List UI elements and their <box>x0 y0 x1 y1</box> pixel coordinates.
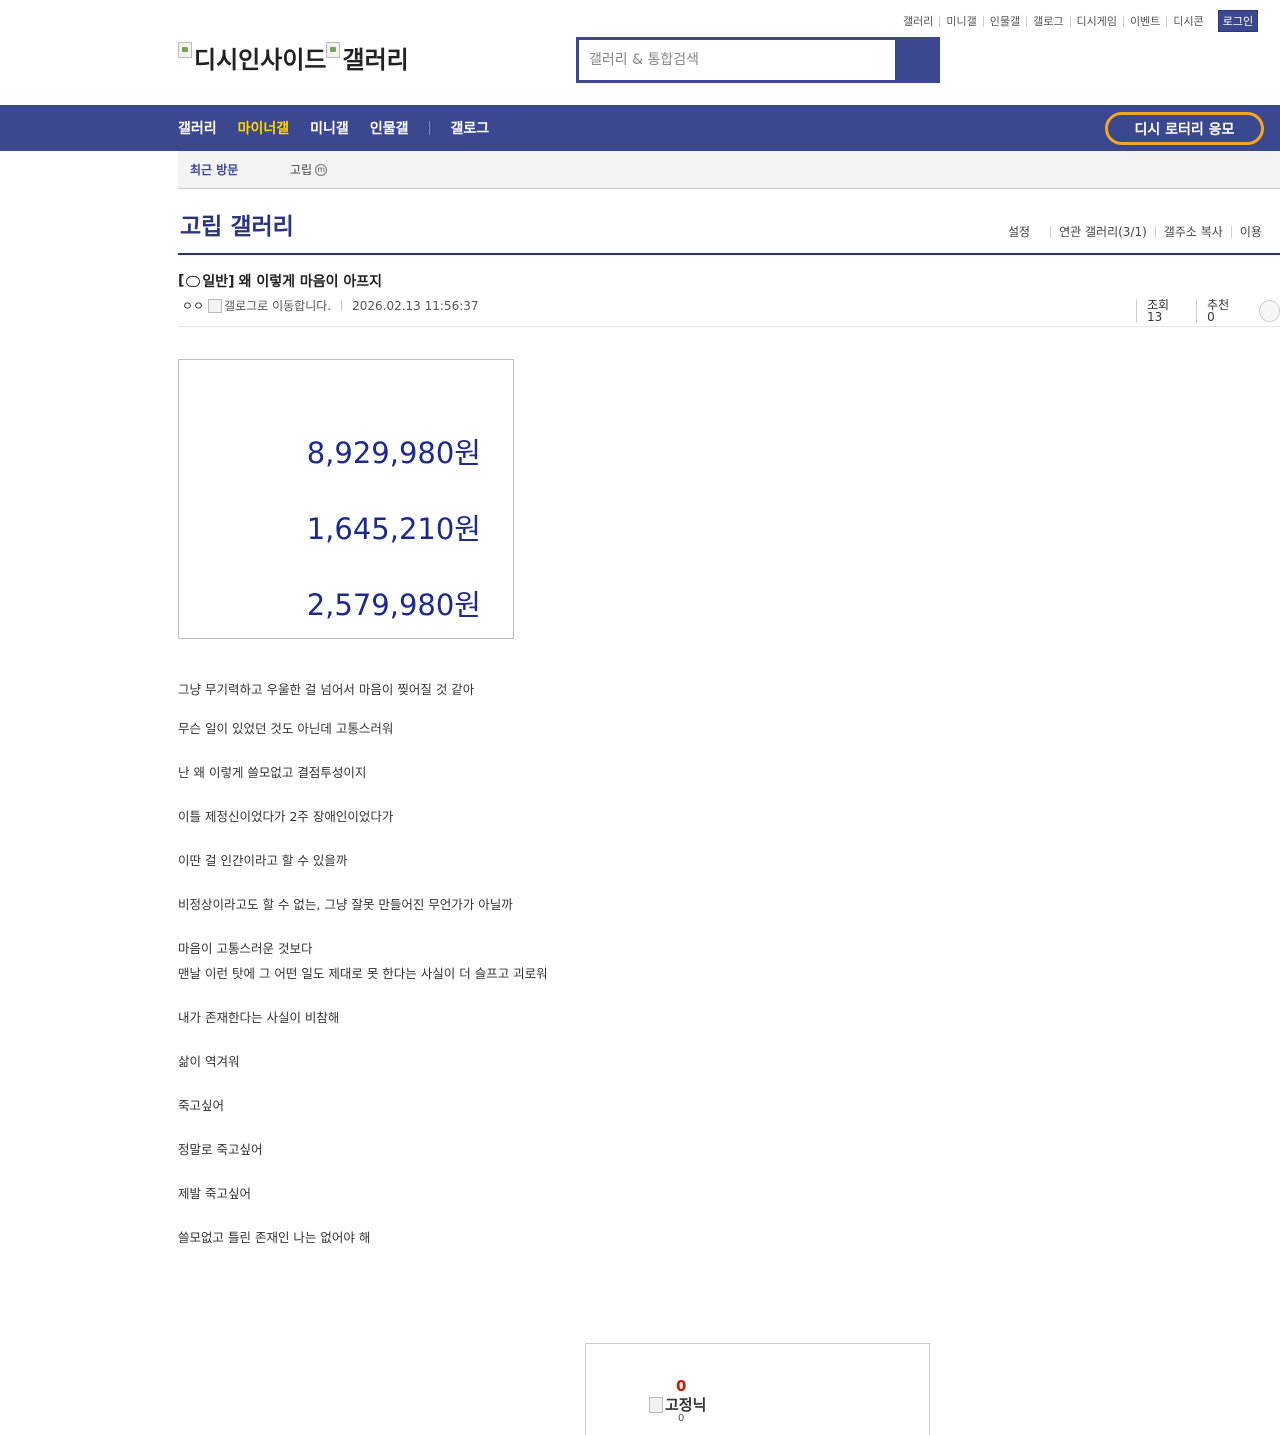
post-meta: ㅇㅇ 갤로그로 이동합니다. 2026.02.13 11:56:37 <box>182 297 479 314</box>
top-link-dcgame[interactable]: 디시게임 <box>1069 15 1123 27</box>
nav-minor-gallery[interactable]: 마이너갤 <box>238 118 290 138</box>
speech-bubble-icon <box>186 275 201 287</box>
top-link-gallery[interactable]: 갤러리 <box>903 16 939 27</box>
lottery-button[interactable]: 디시 로터리 응모 <box>1105 112 1264 145</box>
image-amount-3: 2,579,980원 <box>306 588 481 622</box>
gallery-title[interactable]: 고립 갤러리 <box>180 207 294 241</box>
recent-visit-item[interactable]: 고립 m <box>290 161 328 178</box>
post-recommend-count: 추천 0 <box>1196 299 1249 323</box>
top-link-gallog[interactable]: 갤로그 <box>1026 15 1069 27</box>
post-title: [ 일반] 왜 이렇게 마음이 아프지 <box>178 271 382 291</box>
post-writer[interactable]: ㅇㅇ <box>182 297 204 314</box>
fixed-nick-count: 0 <box>678 1413 685 1424</box>
logo-site-alt: 디시인사이드 <box>194 46 327 74</box>
top-link-dccon[interactable]: 디시콘 <box>1166 15 1209 27</box>
related-gallery-button[interactable]: 연관 갤러리(3/1) <box>1050 226 1155 238</box>
post-body-line: 맨날 이런 탓에 그 어떤 일도 제대로 못 한다는 사실이 더 슬프고 괴로워 <box>178 966 548 981</box>
post-body-line: 무슨 일이 있었던 것도 아닌데 고통스러워 <box>178 721 394 736</box>
site-logo[interactable]: 디시인사이드 갤러리 <box>178 40 409 75</box>
logo-site[interactable]: 디시인사이드 <box>178 40 326 75</box>
post-body-line: 그냥 무기력하고 우울한 걸 넘어서 마음이 찢어질 것 같아 <box>178 682 475 697</box>
broken-image-icon <box>208 298 223 313</box>
copy-gallery-url-button[interactable]: 갤주소 복사 <box>1154 226 1231 238</box>
top-link-minigall[interactable]: 미니갤 <box>939 15 982 27</box>
gallery-tools: 설정 연관 갤러리(3/1) 갤주소 복사 이용 <box>1008 226 1270 238</box>
post-body-line: 제발 죽고싶어 <box>178 1186 251 1201</box>
meta-divider-line <box>178 326 1280 327</box>
nav-person-gallery[interactable]: 인물갤 <box>370 118 409 138</box>
logo-gallery[interactable]: 갤러리 <box>326 40 409 75</box>
post-body-line: 비정상이라고도 할 수 없는, 그냥 잘못 만들어진 무언가가 아닐까 <box>178 897 513 912</box>
search-box <box>576 37 940 83</box>
minor-gallery-badge-icon: m <box>315 163 328 176</box>
post-body-line: 마음이 고통스러운 것보다 <box>178 941 313 956</box>
fixed-nick-recommend: 고정닉 <box>649 1394 706 1415</box>
post-title-text: 왜 이렇게 마음이 아프지 <box>238 274 382 290</box>
broken-image-icon <box>326 42 341 58</box>
post-category-open: [ <box>178 273 185 289</box>
post-body-line: 이딴 걸 인간이라고 할 수 있을까 <box>178 853 348 868</box>
title-divider <box>178 253 1280 255</box>
more-options-button[interactable] <box>1258 300 1280 322</box>
login-button[interactable]: 로그인 <box>1217 10 1259 32</box>
post-image[interactable]: 8,929,980원 1,645,210원 2,579,980원 <box>178 359 514 639</box>
post-views: 조회 13 <box>1136 299 1196 323</box>
post-body-line: 삶이 역겨워 <box>178 1054 240 1069</box>
post-body-line: 죽고싶어 <box>178 1098 225 1113</box>
main-nav: 갤러리 마이너갤 미니갤 인물갤 갤로그 디시 로터리 응모 <box>0 105 1280 151</box>
top-link-event[interactable]: 이벤트 <box>1122 15 1166 27</box>
broken-image-icon <box>178 42 192 58</box>
meta-divider <box>341 300 343 311</box>
search-input[interactable] <box>579 40 895 80</box>
post-body-line: 내가 존재한다는 사실이 비참해 <box>178 1010 340 1025</box>
image-amount-1: 8,929,980원 <box>306 436 481 470</box>
post-stats: 조회 13 추천 0 <box>1136 299 1280 323</box>
logo-gallery-alt: 갤러리 <box>342 46 409 74</box>
gallog-link[interactable]: 갤로그로 이동합니다. <box>208 297 331 314</box>
post-body-line: 쓸모없고 틀린 존재인 나는 없어야 해 <box>178 1230 371 1245</box>
nav-divider <box>429 121 431 135</box>
recommend-box: 0 고정닉 0 <box>585 1343 930 1435</box>
recent-visit-name: 고립 <box>290 163 313 177</box>
post-date: 2026.02.13 11:56:37 <box>352 298 479 313</box>
broken-image-icon <box>649 1396 663 1413</box>
top-link-person-gall[interactable]: 인물갤 <box>982 15 1026 27</box>
gallog-link-alt: 갤로그로 이동합니다. <box>224 299 332 313</box>
post-body-line: 난 왜 이렇게 쓸모없고 결점투성이지 <box>178 765 367 780</box>
image-amount-2: 1,645,210원 <box>306 512 481 546</box>
recommend-count: 0 <box>676 1377 687 1395</box>
top-links: 갤러리 미니갤 인물갤 갤로그 디시게임 이벤트 디시콘 로그인 <box>903 10 1259 32</box>
fixed-nick-label: 고정닉 <box>665 1396 707 1414</box>
recent-visits-label[interactable]: 최근 방문 <box>190 161 290 178</box>
post-category: 일반] <box>202 274 235 290</box>
nav-mini-gallery[interactable]: 미니갤 <box>310 118 349 138</box>
nav-gallery[interactable]: 갤러리 <box>178 118 217 138</box>
gallery-usage-button[interactable]: 이용 <box>1230 226 1270 238</box>
search-button[interactable] <box>895 40 937 80</box>
post-body-line: 이틀 제정신이었다가 2주 장애인이었다가 <box>178 809 394 824</box>
nav-gallog[interactable]: 갤로그 <box>450 118 489 138</box>
gallery-settings-button[interactable]: 설정 <box>1008 226 1038 238</box>
recent-visits-bar: 최근 방문 고립 m <box>178 151 1280 189</box>
post-body-line: 정말로 죽고싶어 <box>178 1142 263 1157</box>
